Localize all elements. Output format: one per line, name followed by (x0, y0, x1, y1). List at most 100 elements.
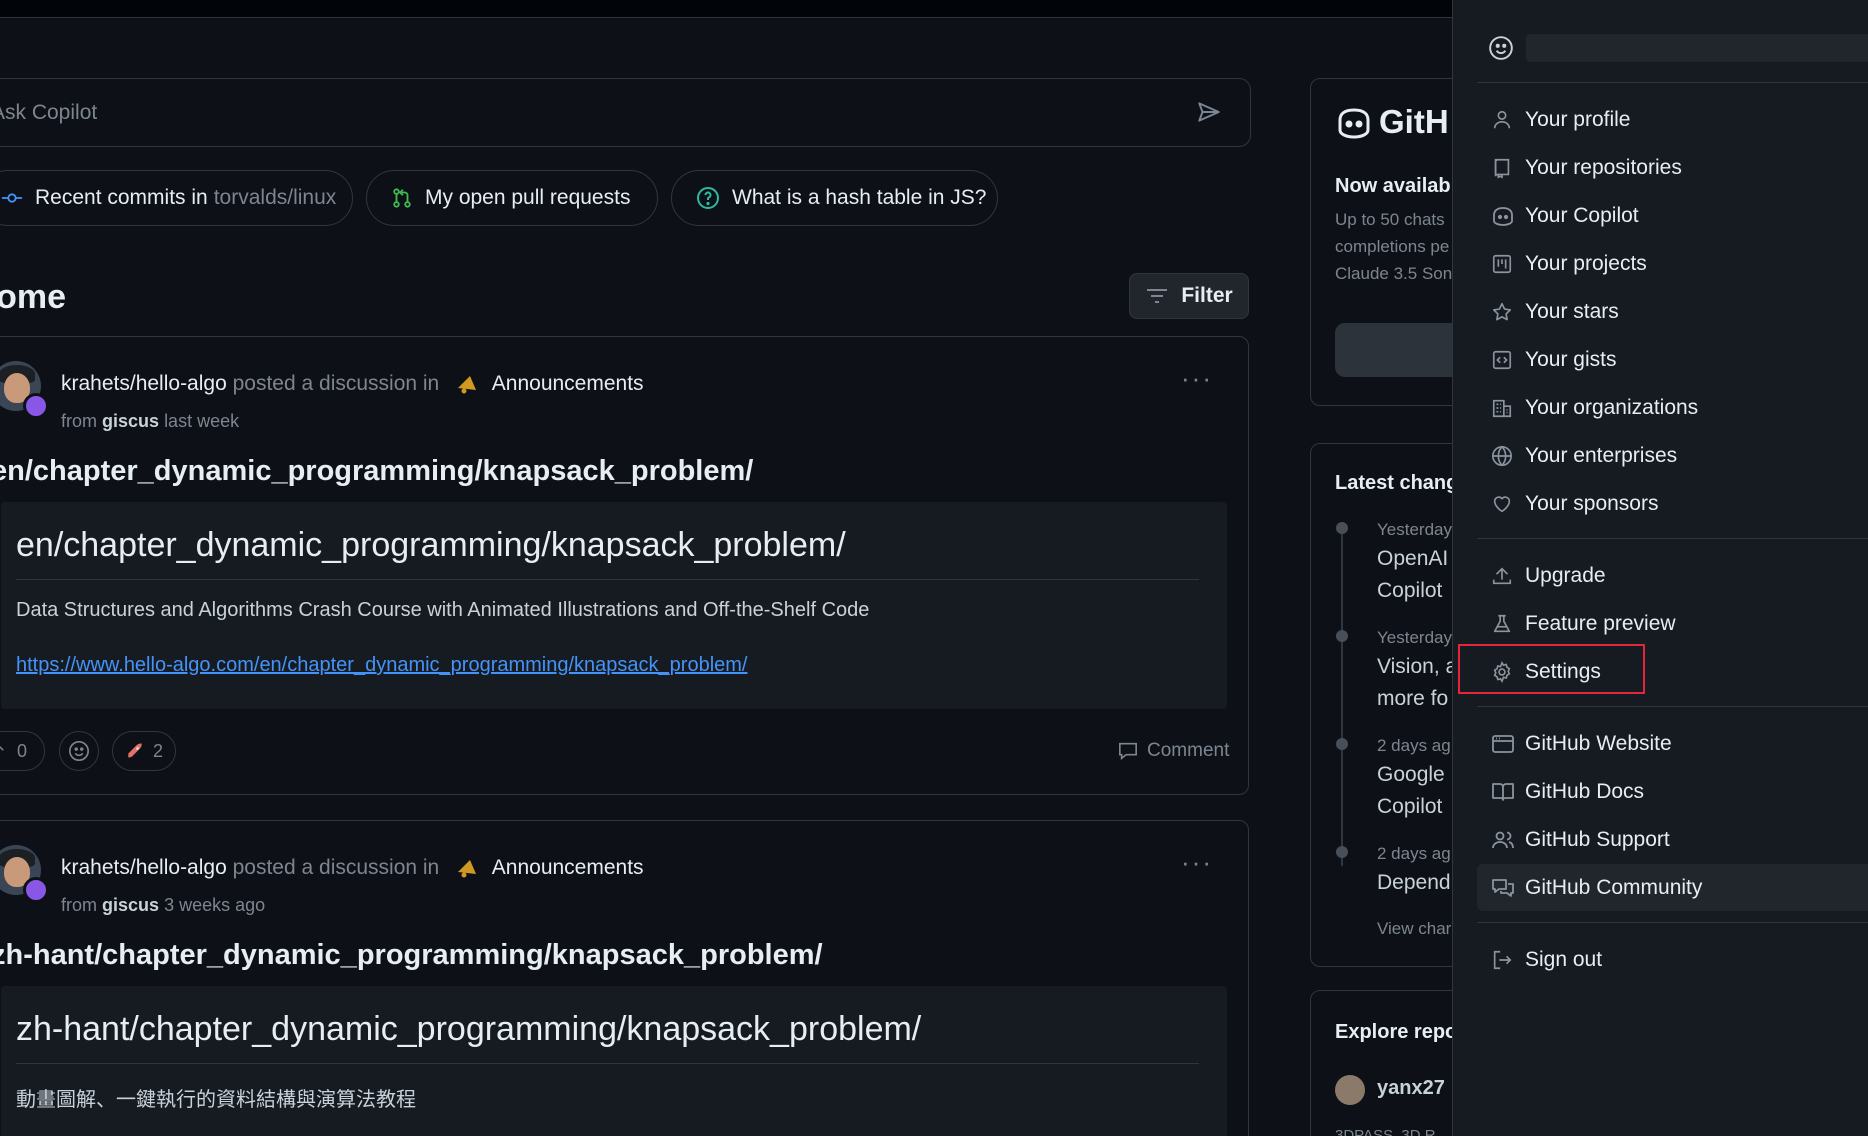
upvote-count: 0 (16, 740, 27, 761)
sign-out-icon (1493, 950, 1512, 969)
source-user[interactable]: giscus (102, 411, 159, 431)
entry-date: Yesterday (1377, 520, 1452, 539)
menu-github-community[interactable]: GitHub Community (1477, 864, 1868, 911)
menu-label: Your projects (1525, 251, 1647, 275)
comment-label: Comment (1147, 740, 1230, 761)
discussion-badge-icon (23, 393, 49, 419)
repo-link[interactable]: krahets/hello-algo (61, 372, 227, 395)
star-icon (1492, 302, 1512, 320)
view-changelog-link[interactable]: View char (1377, 919, 1451, 939)
smiley-icon[interactable] (1488, 35, 1514, 61)
entry-date: 2 days ag (1377, 736, 1451, 755)
menu-label: Your organizations (1525, 395, 1699, 419)
menu-label: Your repositories (1525, 155, 1682, 179)
repo-link[interactable]: krahets/hello-algo (61, 856, 227, 879)
chip-open-prs[interactable]: My open pull requests (366, 170, 658, 226)
source-user[interactable]: giscus (102, 895, 159, 915)
copilot-placeholder: Ask Copilot (0, 101, 98, 124)
explore-repo-owner[interactable]: yanx27 (1377, 1077, 1445, 1100)
post-header: krahets/hello-algo posted a discussion i… (61, 856, 644, 880)
feed-card: krahets/hello-algo posted a discussion i… (0, 820, 1249, 1136)
menu-label: Your sponsors (1525, 491, 1659, 515)
menu-github-support[interactable]: GitHub Support (1477, 816, 1868, 863)
category-link[interactable]: Announcements (492, 372, 644, 395)
people-icon (1492, 831, 1514, 848)
category-link[interactable]: Announcements (492, 856, 644, 879)
discussion-preview: en/chapter_dynamic_programming/knapsack_… (1, 502, 1227, 709)
chip-label: Recent commits in (35, 186, 208, 209)
menu-your-sponsors[interactable]: Your sponsors (1477, 480, 1868, 527)
entry-title[interactable]: OpenAI (1377, 547, 1448, 571)
post-source: from giscus 3 weeks ago (61, 895, 265, 916)
promo-button[interactable] (1335, 323, 1452, 377)
menu-github-website[interactable]: GitHub Website (1477, 720, 1868, 767)
discussion-title[interactable]: zh-hant/chapter_dynamic_programming/knap… (0, 939, 823, 972)
menu-your-profile[interactable]: Your profile (1477, 96, 1868, 143)
copilot-icon (1493, 206, 1513, 226)
timeline-dot (1336, 738, 1348, 750)
avatar[interactable] (1335, 1075, 1365, 1105)
page-title: Home (0, 278, 66, 316)
menu-github-docs[interactable]: GitHub Docs (1477, 768, 1868, 815)
main-page: Ask Copilot Recent commits in torvalds/l… (0, 0, 1452, 1136)
chip-hash-table[interactable]: What is a hash table in JS? (671, 170, 998, 226)
preview-description: 動畫圖解、一鍵執行的資料結構與演算法教程 (16, 1089, 416, 1111)
beaker-icon (1493, 614, 1511, 632)
promo-brand: GitH (1379, 103, 1449, 140)
timestamp: last week (164, 411, 240, 431)
from-word: from (61, 895, 97, 915)
menu-label: GitHub Support (1525, 827, 1670, 851)
menu-your-stars[interactable]: Your stars (1477, 288, 1868, 335)
person-icon (1493, 110, 1511, 128)
entry-title[interactable]: more fo (1377, 687, 1448, 711)
header-bar (0, 0, 1452, 18)
menu-feature-preview[interactable]: Feature preview (1477, 600, 1868, 647)
add-reaction-button[interactable] (59, 731, 99, 771)
entry-title[interactable]: Copilot (1377, 795, 1442, 819)
copilot-input[interactable]: Ask Copilot (0, 78, 1251, 147)
discussion-preview: zh-hant/chapter_dynamic_programming/knap… (1, 986, 1227, 1136)
discussion-badge-icon (23, 877, 49, 903)
more-options-icon[interactable]: ··· (1181, 363, 1213, 394)
settings-highlight (1458, 644, 1645, 694)
changelog-card: Latest chang Yesterday OpenAI Copilot Ye… (1310, 443, 1452, 967)
post-header: krahets/hello-algo posted a discussion i… (61, 372, 644, 396)
menu-your-enterprises[interactable]: Your enterprises (1477, 432, 1868, 479)
timestamp: 3 weeks ago (164, 895, 266, 915)
globe-icon (1492, 445, 1512, 466)
smiley-icon (69, 741, 89, 761)
more-options-icon[interactable]: ··· (1181, 847, 1213, 878)
menu-label: Your stars (1525, 299, 1619, 323)
post-source: from giscus last week (61, 411, 239, 432)
entry-title[interactable]: Copilot (1377, 579, 1442, 603)
entry-title[interactable]: Depend (1377, 871, 1451, 895)
timeline-dot (1336, 846, 1348, 858)
explore-card: Explore repo yanx27 3DPASS, 3D R (1310, 990, 1452, 1136)
comment-button[interactable]: Comment (1117, 740, 1229, 762)
menu-your-gists[interactable]: Your gists (1477, 336, 1868, 383)
preview-link[interactable]: https://www.hello-algo.com/en/chapter_dy… (16, 654, 747, 677)
entry-title[interactable]: Vision, a (1377, 655, 1452, 679)
menu-upgrade[interactable]: Upgrade (1477, 552, 1868, 599)
rocket-reaction[interactable]: 2 (112, 731, 176, 771)
menu-sign-out[interactable]: Sign out (1477, 936, 1868, 983)
upvote-button[interactable]: 0 (0, 731, 45, 771)
chip-label: What is a hash table in JS? (732, 186, 987, 209)
menu-your-projects[interactable]: Your projects (1477, 240, 1868, 287)
menu-your-copilot[interactable]: Your Copilot (1477, 192, 1868, 239)
menu-your-repositories[interactable]: Your repositories (1477, 144, 1868, 191)
question-icon (697, 187, 719, 209)
status-input[interactable] (1526, 34, 1868, 62)
menu-your-organizations[interactable]: Your organizations (1477, 384, 1868, 431)
feed-card: krahets/hello-algo posted a discussion i… (0, 336, 1249, 795)
menu-label: Your Copilot (1525, 203, 1639, 227)
menu-label: Upgrade (1525, 563, 1606, 587)
menu-label: Your gists (1525, 347, 1617, 371)
entry-title[interactable]: Google (1377, 763, 1445, 787)
filter-button[interactable]: Filter (1129, 273, 1249, 319)
menu-label: Your profile (1525, 107, 1631, 131)
menu-label: GitHub Docs (1525, 779, 1645, 803)
chip-recent-commits[interactable]: Recent commits in torvalds/linux (0, 170, 353, 226)
send-icon[interactable] (1196, 99, 1222, 125)
discussion-title[interactable]: en/chapter_dynamic_programming/knapsack_… (0, 455, 753, 488)
